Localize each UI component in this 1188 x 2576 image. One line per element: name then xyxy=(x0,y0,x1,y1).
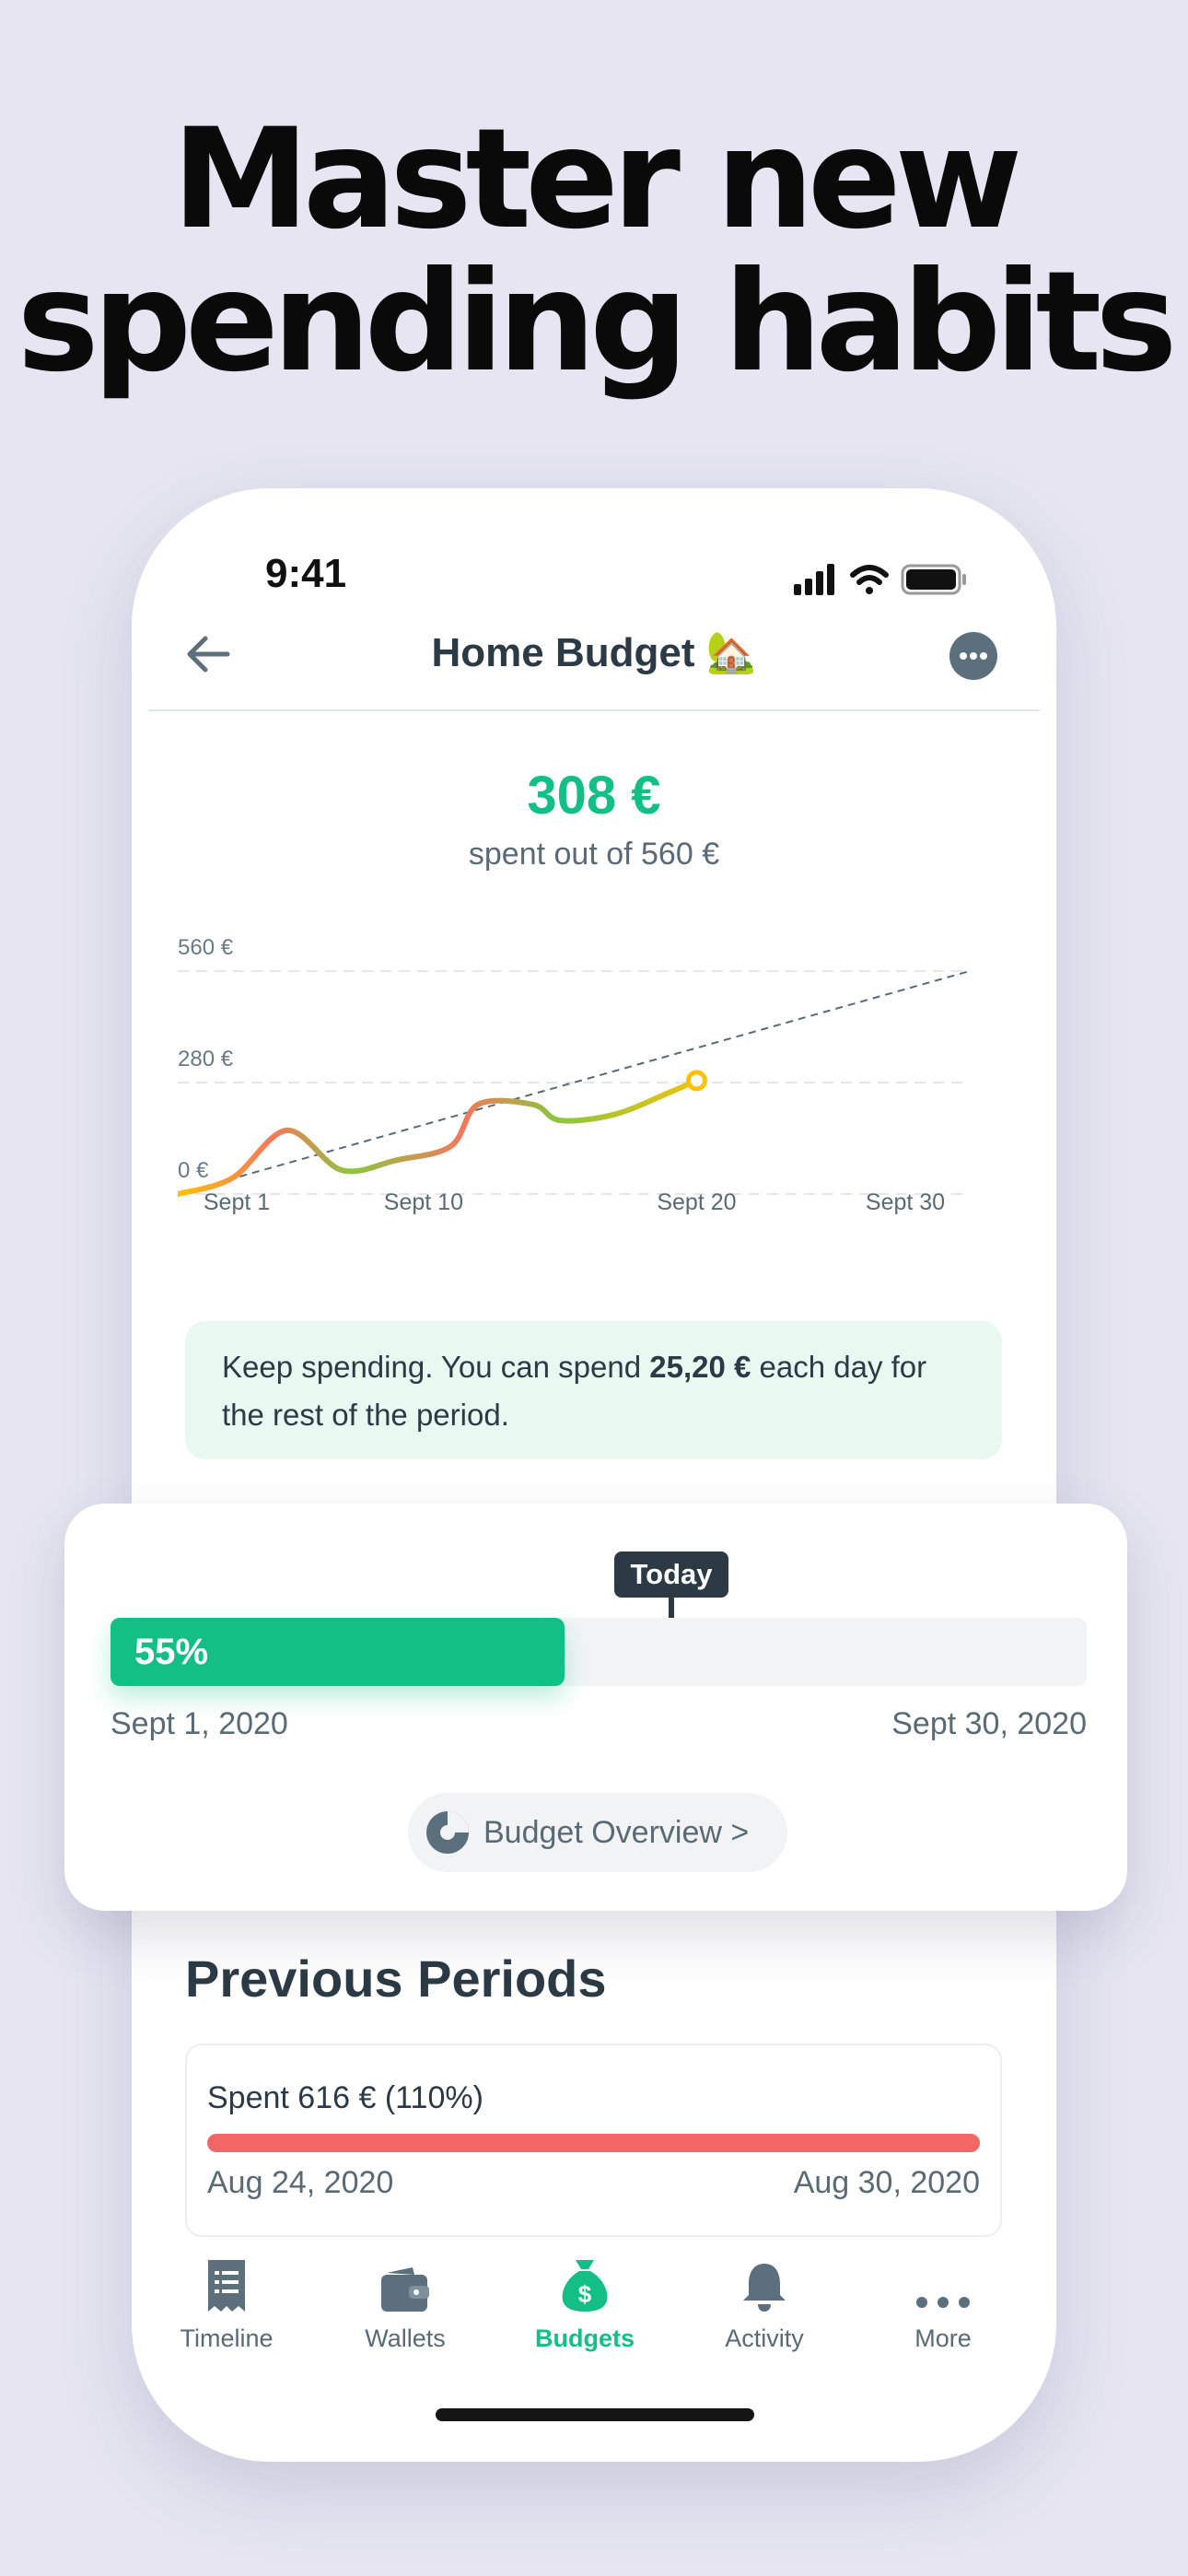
wallet-icon xyxy=(381,2267,429,2312)
tab-label: Wallets xyxy=(365,2324,446,2352)
signal-icon xyxy=(794,564,834,595)
status-time: 9:41 xyxy=(265,551,347,596)
period-start-date: Sept 1, 2020 xyxy=(111,1706,288,1741)
y-tick-label: 0 € xyxy=(178,1158,209,1183)
y-tick-label: 280 € xyxy=(178,1047,234,1071)
headline-line-1: Master new xyxy=(171,100,1023,260)
period-end-date: Sept 30, 2020 xyxy=(891,1706,1087,1741)
pie-chart-icon xyxy=(426,1811,469,1854)
money-bag-icon: $ xyxy=(562,2260,608,2312)
today-marker-label: Today xyxy=(614,1551,728,1598)
current-point xyxy=(685,1070,707,1092)
previous-period-start: Aug 24, 2020 xyxy=(207,2165,394,2200)
ellipsis-icon xyxy=(960,652,987,660)
bell-icon xyxy=(743,2264,786,2312)
budget-overview-label: Budget Overview > xyxy=(483,1814,750,1850)
daily-allowance-tip: Keep spending. You can spend 25,20 € eac… xyxy=(185,1321,1002,1459)
tip-amount: 25,20 € xyxy=(649,1350,751,1384)
previous-periods-title: Previous Periods xyxy=(185,1950,607,2008)
more-options-button[interactable] xyxy=(949,632,997,680)
spending-chart: 560 € 280 € 0 € Sept 1 Sept 10 Sept 20 Sept 3… xyxy=(178,935,970,1215)
ellipsis-icon xyxy=(916,2297,970,2308)
period-progress-card: Today 55% Sept 1, 2020 Sept 30, 2020 Bud… xyxy=(64,1504,1127,1911)
tab-timeline[interactable]: Timeline xyxy=(139,2253,314,2353)
tab-wallets[interactable]: Wallets xyxy=(318,2253,493,2353)
period-progress-fill: 55% xyxy=(111,1618,565,1686)
wifi-icon xyxy=(850,565,889,594)
y-tick-label: 560 € xyxy=(178,935,234,960)
tab-label: Timeline xyxy=(180,2324,274,2352)
progress-percent: 55% xyxy=(134,1632,209,1672)
tab-budgets[interactable]: $ Budgets xyxy=(497,2253,672,2353)
receipt-icon xyxy=(208,2260,245,2312)
tab-label: More xyxy=(914,2324,972,2352)
battery-icon xyxy=(901,564,966,595)
previous-period-end: Aug 30, 2020 xyxy=(793,2165,980,2200)
x-tick-label: Sept 10 xyxy=(384,1189,463,1215)
x-tick-label: Sept 20 xyxy=(657,1189,736,1215)
svg-text:$: $ xyxy=(578,2280,592,2308)
tab-label: Activity xyxy=(725,2324,804,2352)
status-icons xyxy=(794,560,969,602)
headline-line-2: spending habits xyxy=(17,242,1177,403)
tab-bar: Timeline Wallets $ Budgets Activity More xyxy=(132,2253,1056,2363)
period-progress-track: 55% xyxy=(111,1618,1087,1686)
x-tick-label: Sept 30 xyxy=(866,1189,945,1215)
tab-more[interactable]: More xyxy=(856,2253,1031,2353)
x-tick-label: Sept 1 xyxy=(204,1189,270,1215)
spent-amount: 308 € xyxy=(527,766,661,825)
home-indicator xyxy=(436,2408,754,2421)
budget-overview-button[interactable]: Budget Overview > xyxy=(408,1793,787,1872)
spent-subtitle: spent out of 560 € xyxy=(468,837,720,872)
previous-period-bar xyxy=(207,2134,980,2152)
previous-period-label: Spent 616 € (110%) xyxy=(207,2080,483,2115)
previous-period-card[interactable]: Spent 616 € (110%) Aug 24, 2020 Aug 30, … xyxy=(185,2043,1002,2237)
header-divider xyxy=(148,709,1040,711)
tab-activity[interactable]: Activity xyxy=(677,2253,852,2353)
phone-screen: 9:41 Home Budget 🏡 308 € spent out of 56… xyxy=(132,488,1056,2462)
spending-line xyxy=(178,1077,700,1197)
tab-label: Budgets xyxy=(535,2324,635,2352)
tip-prefix: Keep spending. You can spend xyxy=(222,1350,650,1384)
page-title: Home Budget 🏡 xyxy=(431,630,757,675)
